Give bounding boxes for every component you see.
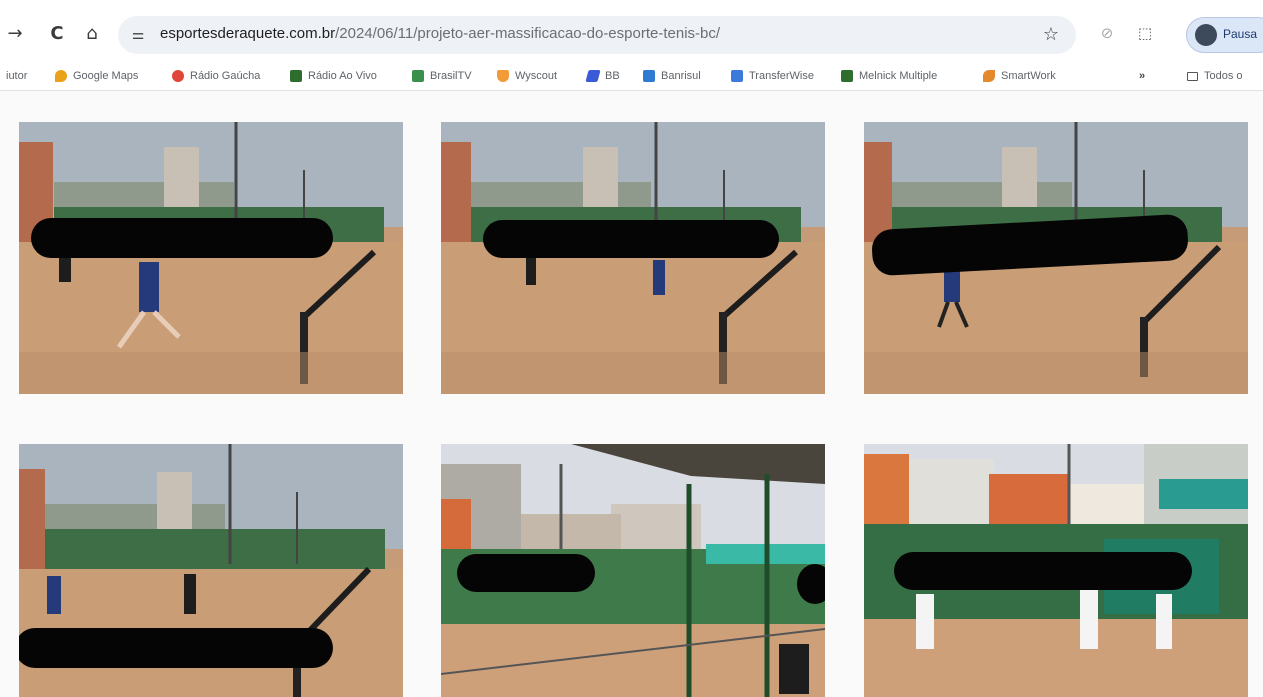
bookmark-label: Wyscout bbox=[515, 70, 558, 82]
bookmark-label: Rádio Ao Vivo bbox=[308, 70, 377, 82]
bookmark-item[interactable]: Melnick Multiple bbox=[841, 67, 937, 85]
back-icon[interactable]: → bbox=[2, 20, 28, 46]
address-bar[interactable]: ⚌ esportesderaquete.com.br/2024/06/11/pr… bbox=[118, 16, 1076, 54]
building-icon bbox=[841, 70, 853, 82]
redaction-mark bbox=[483, 220, 779, 258]
bookmark-item[interactable]: Wyscout bbox=[497, 67, 557, 85]
bookmark-star-icon[interactable]: ☆ bbox=[1040, 23, 1062, 45]
site-info-icon[interactable]: ⚌ bbox=[128, 25, 148, 45]
bookmark-label: Google Maps bbox=[73, 70, 139, 82]
redaction-mark bbox=[894, 552, 1192, 590]
bank-icon bbox=[643, 70, 655, 82]
bookmark-item[interactable]: BB bbox=[585, 67, 620, 85]
all-bookmarks-label: Todos o bbox=[1204, 70, 1243, 82]
bookmark-item[interactable]: BrasilTV bbox=[412, 67, 472, 85]
tv-icon bbox=[412, 70, 424, 82]
gallery-photo[interactable] bbox=[19, 122, 403, 394]
bookmark-label: Melnick Multiple bbox=[859, 70, 938, 82]
all-bookmarks-button[interactable]: Todos o bbox=[1187, 67, 1243, 85]
bookmark-item[interactable]: SmartWork bbox=[983, 67, 1056, 85]
bookmark-label: Rádio Gaúcha bbox=[190, 70, 261, 82]
bookmark-item[interactable]: Rádio Gaúcha bbox=[172, 67, 260, 85]
redaction-mark bbox=[31, 218, 333, 258]
radio-live-icon bbox=[290, 70, 302, 82]
redaction-mark bbox=[797, 564, 825, 604]
bookmark-item[interactable]: Rádio Ao Vivo bbox=[290, 67, 377, 85]
gallery-photo[interactable] bbox=[864, 122, 1248, 394]
extension-icon[interactable]: ⊘ bbox=[1096, 22, 1118, 44]
bank-icon bbox=[585, 70, 601, 82]
avatar bbox=[1195, 24, 1217, 46]
bookmark-label: SmartWork bbox=[1001, 70, 1056, 82]
gallery-photo[interactable] bbox=[19, 444, 403, 697]
gallery-photo[interactable] bbox=[864, 444, 1248, 697]
bookmark-label: BB bbox=[605, 70, 620, 82]
reload-icon[interactable]: C bbox=[44, 20, 70, 46]
flag-icon bbox=[731, 70, 743, 82]
more-bookmarks-icon[interactable]: » bbox=[1139, 67, 1145, 85]
gallery-photo[interactable] bbox=[441, 122, 825, 394]
arrow-icon bbox=[983, 70, 995, 82]
map-pin-icon bbox=[55, 70, 67, 82]
bookmark-label: iutor bbox=[6, 70, 28, 82]
url-text[interactable]: esportesderaquete.com.br/2024/06/11/proj… bbox=[160, 25, 720, 42]
bookmark-label: BrasilTV bbox=[430, 70, 472, 82]
folder-icon bbox=[1187, 71, 1198, 81]
home-icon[interactable]: ⌂ bbox=[79, 20, 105, 46]
bookmark-item[interactable]: iutor bbox=[6, 67, 27, 85]
url-path: /2024/06/11/projeto-aer-massificacao-do-… bbox=[335, 25, 721, 42]
redaction-mark bbox=[19, 628, 333, 668]
article-gallery bbox=[0, 91, 1263, 697]
gallery-photo[interactable] bbox=[441, 444, 825, 697]
bookmark-label: Banrisul bbox=[661, 70, 701, 82]
radio-icon bbox=[172, 70, 184, 82]
bookmark-item[interactable]: Google Maps bbox=[55, 67, 138, 85]
url-host: esportesderaquete.com.br bbox=[160, 25, 336, 42]
bookmarks-bar: iutor Google Maps Rádio Gaúcha Rádio Ao … bbox=[0, 62, 1263, 91]
profile-button[interactable]: Pausa bbox=[1186, 17, 1263, 53]
puzzle-icon[interactable]: ⬚ bbox=[1134, 22, 1156, 44]
redaction-mark bbox=[457, 554, 595, 592]
bookmark-item[interactable]: TransferWise bbox=[731, 67, 814, 85]
bookmark-label: TransferWise bbox=[749, 70, 814, 82]
profile-name: Pausa bbox=[1223, 27, 1258, 41]
shield-icon bbox=[497, 70, 509, 82]
browser-toolbar: → C ⌂ ⚌ esportesderaquete.com.br/2024/06… bbox=[0, 0, 1263, 62]
bookmark-item[interactable]: Banrisul bbox=[643, 67, 701, 85]
